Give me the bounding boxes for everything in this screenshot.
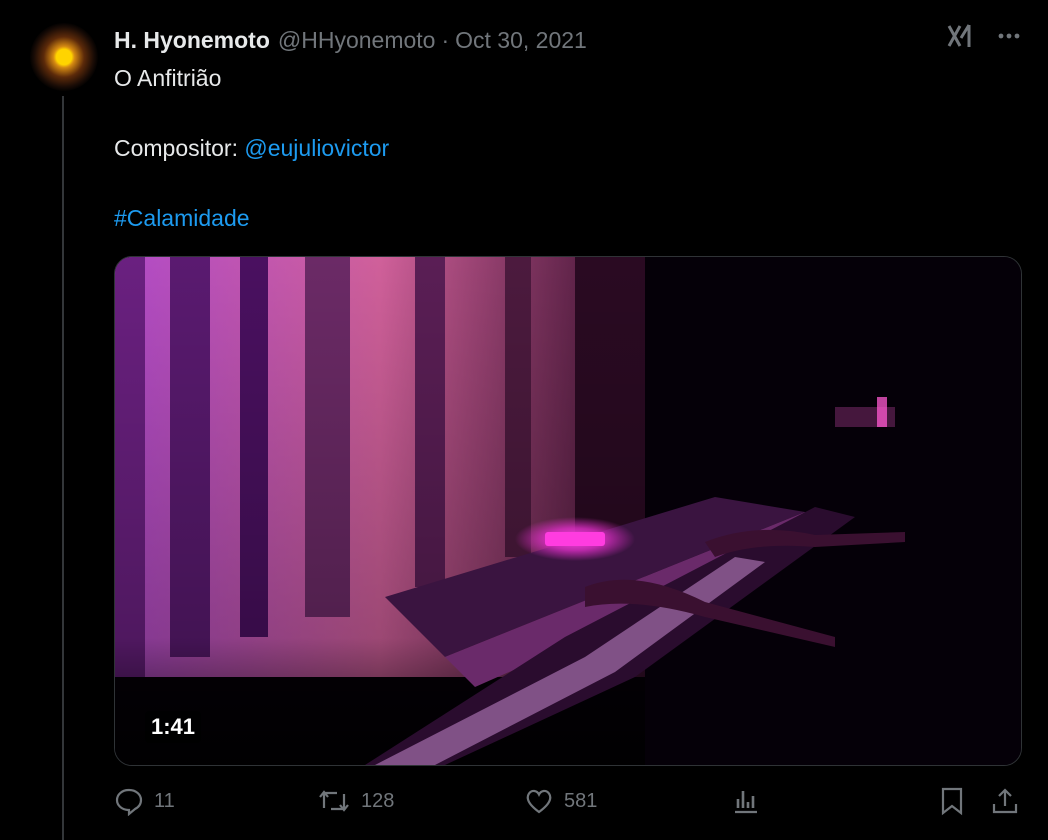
post-title-line: O Anfitrião <box>114 65 222 91</box>
reply-icon <box>114 786 144 816</box>
thread-line <box>62 96 64 840</box>
bookmark-icon <box>938 786 966 816</box>
video-player[interactable]: 1:41 <box>114 256 1022 766</box>
grok-icon[interactable] <box>946 22 974 50</box>
composer-line: Compositor: @eujuliovictor <box>114 133 389 163</box>
avatar[interactable] <box>30 23 98 91</box>
post-date[interactable]: Oct 30, 2021 <box>455 27 587 54</box>
more-icon[interactable] <box>996 23 1022 49</box>
repost-icon <box>317 786 351 816</box>
share-button[interactable] <box>990 786 1020 816</box>
meta-separator: · <box>441 26 450 53</box>
like-count: 581 <box>564 789 598 812</box>
bookmark-button[interactable] <box>938 786 966 816</box>
repost-button[interactable]: 128 <box>317 786 394 816</box>
composer-mention-link[interactable]: @eujuliovictor <box>244 135 389 161</box>
hashtag-link[interactable]: #Calamidade <box>114 205 250 231</box>
video-duration: 1:41 <box>145 711 202 743</box>
author-handle[interactable]: @HHyonemoto <box>278 27 436 54</box>
share-icon <box>990 786 1020 816</box>
reply-count: 11 <box>154 789 175 812</box>
video-frame <box>115 257 1021 765</box>
reply-button[interactable]: 11 <box>114 786 175 816</box>
views-icon <box>731 786 761 816</box>
hashtag-line: #Calamidade <box>114 203 250 233</box>
author-name[interactable]: H. Hyonemoto <box>114 27 270 54</box>
post-header: H. Hyonemoto @HHyonemoto · Oct 30, 2021 <box>114 25 587 55</box>
composer-label: Compositor: <box>114 135 238 161</box>
repost-count: 128 <box>361 789 395 812</box>
post-actions: 11 128 581 <box>114 786 1022 822</box>
like-icon <box>524 786 554 816</box>
views-button[interactable] <box>731 786 761 816</box>
post-top-actions <box>946 22 1022 50</box>
like-button[interactable]: 581 <box>524 786 597 816</box>
